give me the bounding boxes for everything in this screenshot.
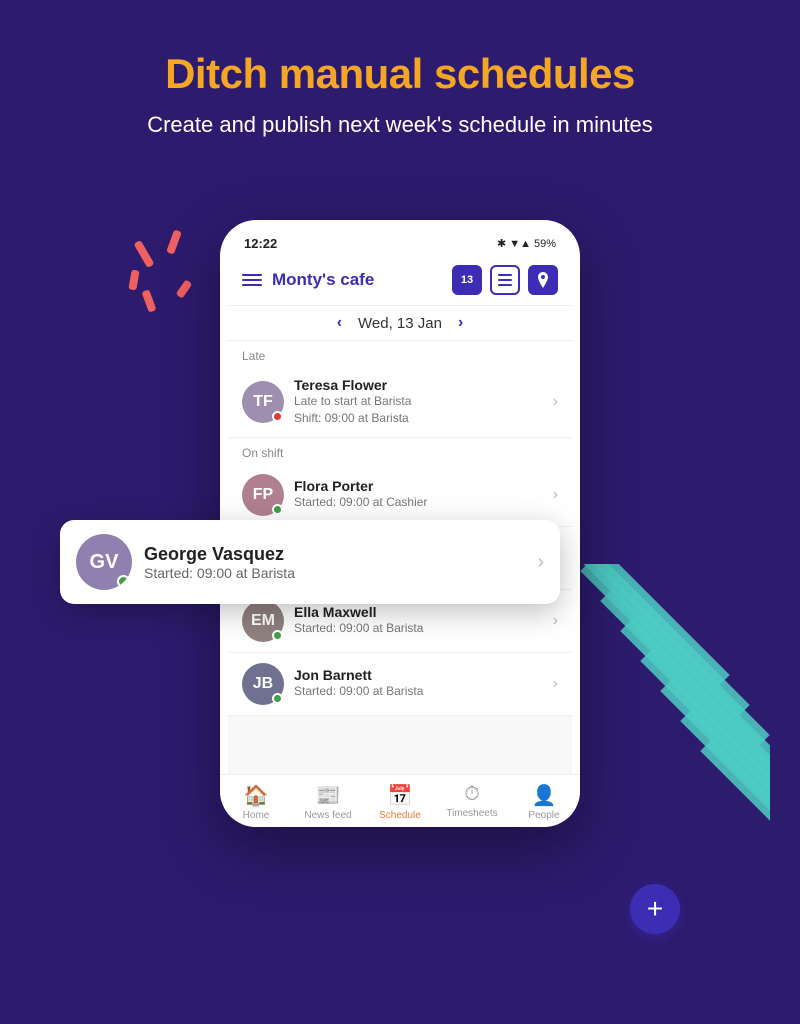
bluetooth-icon: ✱ [497,237,506,250]
location-icon-btn[interactable] [528,265,558,295]
date-nav: ‹ Wed, 13 Jan › [228,306,572,341]
shift-detail-ella: Started: 09:00 at Barista [294,620,543,637]
header-section: Ditch manual schedules Create and publis… [0,0,800,158]
battery-icon: 59% [534,238,556,250]
chevron-right-teresa: › [553,393,558,411]
shift-info-teresa: Teresa Flower Late to start at BaristaSh… [294,377,543,427]
nav-home[interactable]: 🏠 Home [228,783,284,815]
shift-item-teresa[interactable]: TF Teresa Flower Late to start at Barist… [228,367,572,438]
signal-icon: ▼▲ [509,238,531,250]
timesheets-label: Timesheets [446,808,497,815]
status-dot-green-ella [272,630,283,641]
hamburger-icon[interactable] [242,274,262,286]
late-section-label: Late [228,341,572,367]
shift-name-teresa: Teresa Flower [294,377,543,393]
home-label: Home [243,810,270,815]
shift-detail-teresa: Late to start at BaristaShift: 09:00 at … [294,393,543,427]
nav-schedule[interactable]: 📅 Schedule [372,783,428,815]
newsfeed-icon: 📰 [316,783,341,808]
chevron-right-ella: › [553,612,558,630]
floating-detail-george: Started: 09:00 at Barista [144,565,295,581]
avatar-george: GV [76,534,132,590]
next-date-btn[interactable]: › [458,314,463,332]
newsfeed-label: News feed [304,810,351,815]
app-title: Monty's cafe [272,270,374,290]
app-header-right: 13 [452,265,558,295]
shift-item-jon[interactable]: JB Jon Barnett Started: 09:00 at Barista… [228,653,572,716]
chevron-right-jon: › [553,675,558,693]
shift-detail-jon: Started: 09:00 at Barista [294,683,543,700]
bottom-nav: 🏠 Home 📰 News feed 📅 Schedule ⏱ Timeshee… [228,774,572,815]
fab-plus-icon: + [647,893,663,925]
on-shift-section-label: On shift [228,438,572,464]
status-bar: 12:22 ✱ ▼▲ 59% [228,232,572,255]
app-header: Monty's cafe 13 [228,255,572,306]
floating-card-info: George Vasquez Started: 09:00 at Barista [144,544,295,581]
avatar-wrap-teresa: TF [242,381,284,423]
people-icon: 👤 [532,783,557,808]
avatar-wrap-jon: JB [242,663,284,705]
avatar-wrap-flora: FP [242,474,284,516]
status-dot-green-jon [272,693,283,704]
main-title: Ditch manual schedules [60,50,740,98]
schedule-icon: 📅 [388,783,413,808]
subtitle: Create and publish next week's schedule … [60,112,740,138]
shift-name-flora: Flora Porter [294,478,543,494]
nav-timesheets[interactable]: ⏱ Timesheets [444,783,500,815]
status-dot-red [272,411,283,422]
shift-detail-flora: Started: 09:00 at Cashier [294,494,543,511]
avatar-wrap-ella: EM [242,600,284,642]
shift-info-jon: Jon Barnett Started: 09:00 at Barista [294,667,543,700]
current-date: Wed, 13 Jan [358,315,442,332]
nav-newsfeed[interactable]: 📰 News feed [300,783,356,815]
teal-decoration [570,564,770,844]
shift-name-jon: Jon Barnett [294,667,543,683]
schedule-label: Schedule [379,810,421,815]
home-icon: 🏠 [244,783,269,808]
fab-add-button[interactable]: + [630,884,680,934]
floating-chevron-george: › [537,551,544,574]
chevron-right-flora: › [553,486,558,504]
shift-item-flora[interactable]: FP Flora Porter Started: 09:00 at Cashie… [228,464,572,527]
shift-info-flora: Flora Porter Started: 09:00 at Cashier [294,478,543,511]
timesheets-icon: ⏱ [464,783,480,806]
app-header-left: Monty's cafe [242,270,374,290]
status-dot-green-flora [272,504,283,515]
status-icons: ✱ ▼▲ 59% [497,237,556,250]
prev-date-btn[interactable]: ‹ [337,314,342,332]
people-label: People [528,810,559,815]
list-icon-btn[interactable] [490,265,520,295]
calendar-icon-btn[interactable]: 13 [452,265,482,295]
shift-name-ella: Ella Maxwell [294,604,543,620]
phone-time: 12:22 [244,236,277,251]
shift-info-ella: Ella Maxwell Started: 09:00 at Barista [294,604,543,637]
nav-people[interactable]: 👤 People [516,783,572,815]
floating-card-george[interactable]: GV George Vasquez Started: 09:00 at Bari… [60,520,560,604]
floating-name-george: George Vasquez [144,544,295,565]
status-dot-george [117,575,130,588]
